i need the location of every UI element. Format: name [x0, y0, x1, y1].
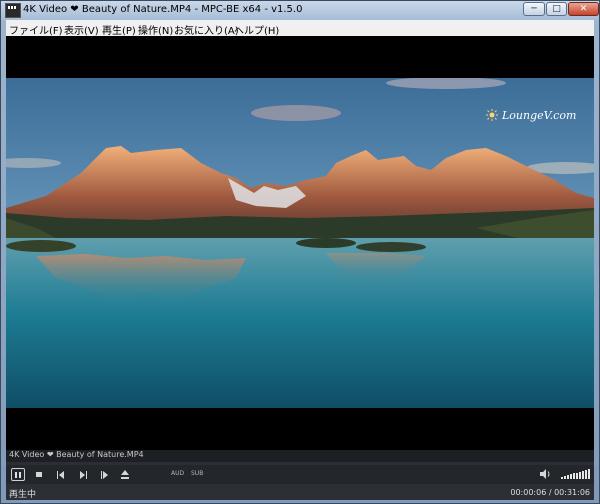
- window-frame: 4K Video ❤ Beauty of Nature.MP4 - MPC-BE…: [0, 0, 600, 504]
- playback-controls: AUD SUB: [6, 465, 594, 484]
- video-frame: [6, 78, 594, 408]
- file-name: 4K Video ❤ Beauty of Nature.MP4: [9, 450, 144, 459]
- window-title: 4K Video ❤ Beauty of Nature.MP4 - MPC-BE…: [23, 4, 303, 15]
- volume-bar: [561, 477, 563, 479]
- sun-icon: [486, 109, 498, 121]
- menu-view[interactable]: 表示(V): [64, 22, 99, 37]
- speaker-icon[interactable]: [539, 468, 551, 480]
- next-button[interactable]: [76, 468, 90, 481]
- subtitle-button[interactable]: SUB: [191, 470, 203, 477]
- volume-bar: [576, 472, 578, 479]
- audio-track-button[interactable]: AUD: [171, 470, 184, 477]
- volume-bar: [588, 468, 590, 479]
- title-bar[interactable]: 4K Video ❤ Beauty of Nature.MP4 - MPC-BE…: [1, 1, 599, 20]
- volume-bar: [585, 469, 587, 479]
- previous-button[interactable]: [54, 468, 68, 481]
- video-area[interactable]: LoungeV.com: [6, 36, 594, 450]
- playback-state: 再生中: [9, 490, 37, 500]
- menu-help[interactable]: ヘルプ(H): [234, 22, 279, 37]
- eject-button[interactable]: [118, 468, 132, 481]
- status-bar: 再生中 00:00:06 / 00:31:06: [6, 484, 594, 500]
- minimize-button[interactable]: ─: [523, 2, 545, 16]
- app-icon[interactable]: [5, 3, 21, 18]
- volume-bar: [582, 470, 584, 479]
- menu-navigate[interactable]: 操作(N): [138, 22, 173, 37]
- volume-bar: [573, 473, 575, 479]
- menu-file[interactable]: ファイル(F): [9, 22, 63, 37]
- maximize-button[interactable]: □: [546, 2, 567, 16]
- menu-play[interactable]: 再生(P): [102, 22, 136, 37]
- volume-slider[interactable]: [561, 468, 590, 479]
- menu-bar: ファイル(F) 表示(V) 再生(P) 操作(N) お気に入り(A) ヘルプ(H…: [6, 20, 594, 37]
- close-button[interactable]: ✕: [568, 2, 599, 16]
- menu-favorites[interactable]: お気に入り(A): [174, 22, 239, 37]
- volume-bar: [570, 474, 572, 479]
- watermark-text: LoungeV.com: [502, 109, 577, 122]
- volume-bar: [564, 476, 566, 479]
- stop-button[interactable]: [32, 468, 46, 481]
- time-display: 00:00:06 / 00:31:06: [510, 488, 590, 497]
- pause-button[interactable]: [11, 468, 25, 481]
- volume-bar: [567, 475, 569, 479]
- volume-bar: [579, 471, 581, 479]
- frame-step-button[interactable]: [98, 468, 112, 481]
- file-info-bar: 4K Video ❤ Beauty of Nature.MP4: [6, 450, 594, 462]
